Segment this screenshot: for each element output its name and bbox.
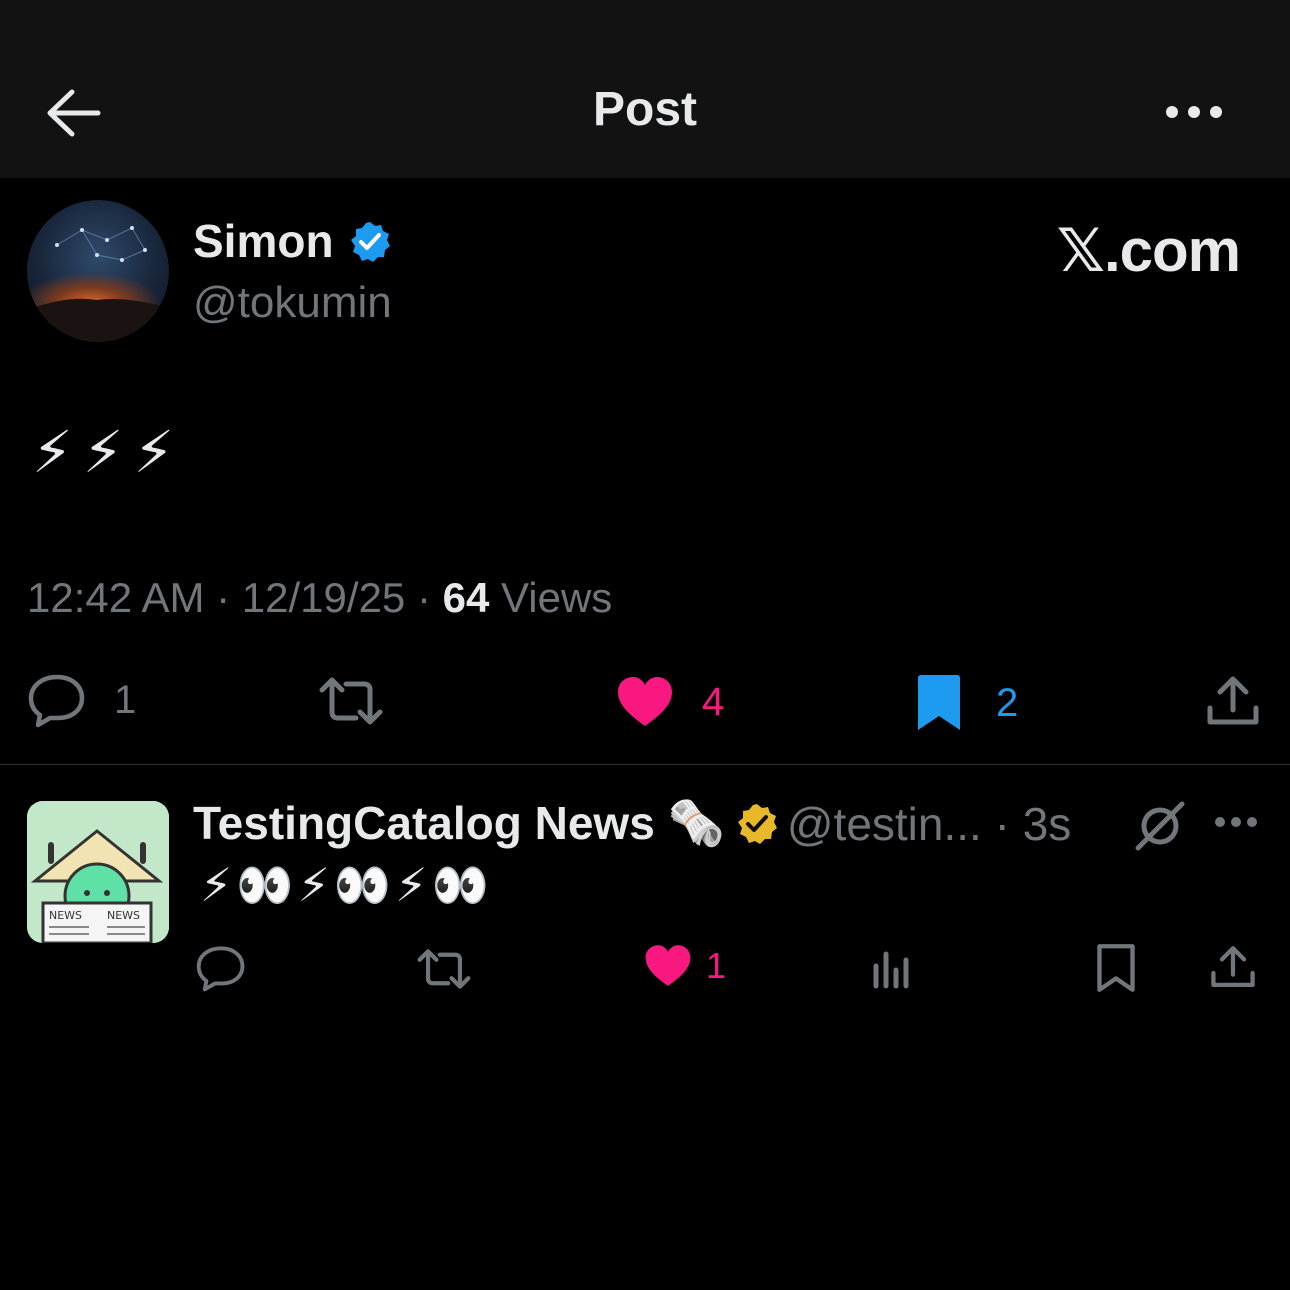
top-bar: Post [0, 0, 1290, 178]
svg-text:NEWS: NEWS [107, 909, 140, 922]
avatar[interactable] [27, 200, 169, 342]
reply-author-name[interactable]: TestingCatalog News 🗞️ [193, 796, 725, 851]
bookmark-count: 2 [996, 680, 1019, 725]
like-count: 4 [702, 679, 725, 724]
reply-more-icon[interactable] [1214, 814, 1258, 830]
bookmark-button[interactable]: 2 [916, 674, 1018, 732]
post-date: 12/19/25 [241, 574, 406, 621]
post-text: ⚡⚡⚡ [32, 420, 185, 485]
svg-text:NEWS: NEWS [49, 909, 82, 922]
reply-header: TestingCatalog News 🗞️ @testin... · 3s [193, 796, 1071, 851]
reply-share-icon[interactable] [1210, 944, 1256, 990]
reply-button[interactable]: 1 [28, 672, 136, 728]
views-chart-icon[interactable] [870, 946, 914, 990]
page-title: Post [592, 83, 697, 136]
constellation-icon [27, 226, 169, 342]
share-icon [1207, 676, 1259, 725]
reply-count: 1 [114, 677, 137, 722]
divider [0, 764, 1290, 765]
reply-heart-icon [645, 945, 691, 986]
reply-like-button[interactable]: 1 [644, 944, 726, 988]
reply-icon [28, 674, 85, 728]
verified-gold-badge-icon [737, 803, 777, 844]
reply-avatar[interactable]: NEWS NEWS [27, 801, 169, 943]
reply-text: ⚡👀⚡👀⚡👀 [200, 859, 493, 911]
more-options-icon[interactable] [1164, 100, 1224, 124]
reply-bookmark-icon[interactable] [1096, 942, 1136, 994]
heart-icon [618, 677, 672, 726]
reply-like-count: 1 [706, 945, 727, 986]
grok-icon[interactable] [1134, 800, 1186, 852]
share-button[interactable] [1206, 674, 1260, 728]
reply-reply-icon[interactable] [196, 944, 246, 992]
bookmark-filled-icon [918, 675, 960, 730]
author-name[interactable]: Simon [193, 214, 334, 268]
repost-button[interactable] [318, 676, 384, 726]
news-robot-icon: NEWS NEWS [27, 801, 169, 943]
reply-repost-icon[interactable] [416, 948, 472, 990]
views-count: 64 [442, 574, 490, 621]
x-brand-logo: 𝕏.com [1056, 217, 1241, 284]
repost-icon [319, 677, 383, 725]
reply-author-handle[interactable]: @testin... · 3s [787, 797, 1071, 851]
author-handle[interactable]: @tokumin [193, 278, 392, 328]
post-time: 12:42 AM [27, 574, 205, 621]
verified-badge-icon [351, 222, 390, 262]
post-meta: 12:42 AM · 12/19/25 · 64 Views [27, 574, 613, 621]
like-button[interactable]: 4 [616, 676, 724, 728]
views-label: Views [501, 574, 613, 621]
